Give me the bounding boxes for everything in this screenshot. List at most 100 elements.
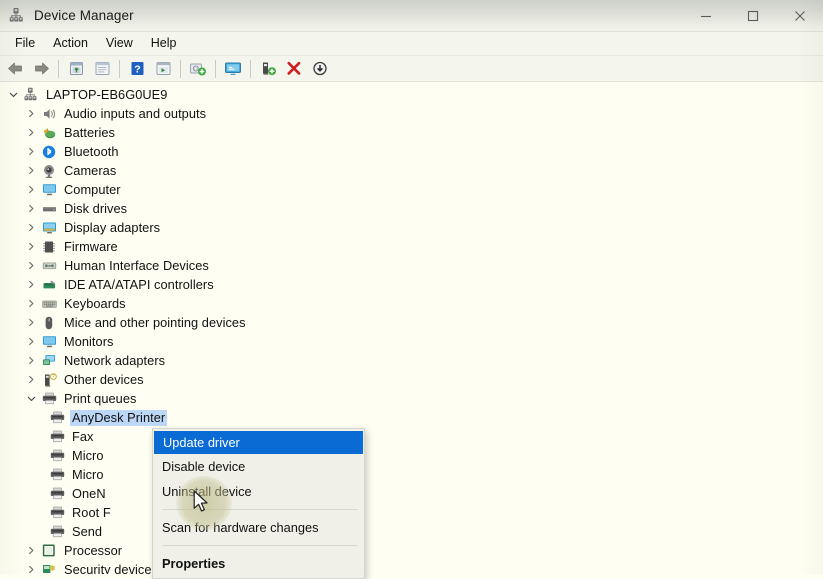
- chevron-right-icon[interactable]: [22, 546, 40, 555]
- chevron-right-icon[interactable]: [22, 166, 40, 175]
- chevron-right-icon[interactable]: [22, 375, 40, 384]
- enable-device-button[interactable]: [255, 57, 281, 81]
- chevron-right-icon[interactable]: [22, 280, 40, 289]
- menu-file-label: File: [15, 36, 36, 50]
- tree-item-label: Other devices: [64, 371, 144, 387]
- tree-item-label: Audio inputs and outputs: [64, 105, 207, 121]
- chevron-right-icon[interactable]: [22, 299, 40, 308]
- forward-button[interactable]: [28, 57, 54, 81]
- tree-item-monitors[interactable]: Monitors: [0, 332, 823, 351]
- scan-hardware-changes-button[interactable]: [220, 57, 246, 81]
- update-driver-button[interactable]: [185, 57, 211, 81]
- context-menu-item-update-driver[interactable]: Update driver: [154, 431, 363, 454]
- context-menu-separator: [162, 545, 358, 546]
- hid-icon: [40, 258, 58, 274]
- tree-item-security-devices[interactable]: Security devices: [0, 560, 823, 574]
- disable-device-button[interactable]: [307, 57, 333, 81]
- tree-item-fax[interactable]: Fax: [0, 427, 823, 446]
- tree-item-cameras[interactable]: Cameras: [0, 161, 823, 180]
- tree-item-mice-and-other-pointing-devices[interactable]: Mice and other pointing devices: [0, 313, 823, 332]
- tree-item-label: Root F: [72, 504, 111, 520]
- help-button[interactable]: ?: [124, 57, 150, 81]
- chevron-right-icon[interactable]: [22, 223, 40, 232]
- context-menu[interactable]: Update driver Disable device Uninstall d…: [152, 428, 365, 579]
- up-one-level-button[interactable]: [63, 57, 89, 81]
- uninstall-device-button[interactable]: [281, 57, 307, 81]
- menu-file[interactable]: File: [6, 34, 44, 53]
- chevron-down-icon[interactable]: [22, 394, 40, 403]
- disk-drive-icon: [40, 201, 58, 217]
- tree-item-disk-drives[interactable]: Disk drives: [0, 199, 823, 218]
- forward-arrow-icon: [34, 62, 49, 75]
- firmware-chip-icon: [40, 239, 58, 255]
- security-device-icon: [40, 562, 58, 575]
- back-button[interactable]: [2, 57, 28, 81]
- chevron-right-icon[interactable]: [22, 185, 40, 194]
- title-bar: Device Manager: [0, 0, 823, 32]
- device-tree[interactable]: LAPTOP-EB6G0UE9 Audio inputs and outputs: [0, 82, 823, 574]
- tree-item-microsoft-print-1[interactable]: Micro: [0, 446, 823, 465]
- show-hide-console-tree-button[interactable]: [89, 57, 115, 81]
- tree-item-firmware[interactable]: Firmware: [0, 237, 823, 256]
- chevron-right-icon[interactable]: [22, 147, 40, 156]
- chevron-right-icon[interactable]: [22, 109, 40, 118]
- chevron-right-icon[interactable]: [22, 337, 40, 346]
- tree-item-network-adapters[interactable]: Network adapters: [0, 351, 823, 370]
- minimize-button[interactable]: [682, 0, 729, 32]
- menu-help-label: Help: [150, 36, 177, 50]
- tree-item-onenote[interactable]: OneN: [0, 484, 823, 503]
- properties-button[interactable]: [150, 57, 176, 81]
- tree-item-bluetooth[interactable]: Bluetooth: [0, 142, 823, 161]
- tree-item-processor[interactable]: Processor: [0, 541, 823, 560]
- tree-item-ide-ata-atapi-controllers[interactable]: IDE ATA/ATAPI controllers: [0, 275, 823, 294]
- tree-item-display-adapters[interactable]: Display adapters: [0, 218, 823, 237]
- chevron-right-icon[interactable]: [22, 204, 40, 213]
- tree-item-computer[interactable]: Computer: [0, 180, 823, 199]
- tree-item-audio-inputs-and-outputs[interactable]: Audio inputs and outputs: [0, 104, 823, 123]
- svg-text:?: ?: [134, 63, 140, 75]
- menu-help[interactable]: Help: [142, 34, 186, 53]
- tree-item-label: Send: [72, 523, 103, 539]
- properties-window-icon: [156, 62, 170, 75]
- tree-item-label: Print queues: [64, 390, 137, 406]
- tree-item-label: Keyboards: [64, 295, 126, 311]
- chevron-down-icon[interactable]: [4, 90, 22, 99]
- chevron-right-icon[interactable]: [22, 318, 40, 327]
- keyboard-icon: [40, 296, 58, 312]
- chevron-right-icon[interactable]: [22, 128, 40, 137]
- tree-item-print-queues[interactable]: Print queues: [0, 389, 823, 408]
- chevron-right-icon[interactable]: [22, 242, 40, 251]
- tree-item-send-to-onenote[interactable]: Send: [0, 522, 823, 541]
- chevron-right-icon[interactable]: [22, 356, 40, 365]
- tree-item-label: Micro: [72, 447, 104, 463]
- tree-item-microsoft-print-2[interactable]: Micro: [0, 465, 823, 484]
- help-question-icon: ?: [131, 62, 143, 75]
- menu-action[interactable]: Action: [44, 34, 97, 53]
- chevron-right-icon[interactable]: [22, 565, 40, 574]
- printer-icon: [48, 524, 66, 540]
- tree-item-human-interface-devices[interactable]: Human Interface Devices: [0, 256, 823, 275]
- tree-item-keyboards[interactable]: Keyboards: [0, 294, 823, 313]
- tree-item-other-devices[interactable]: ? Other devices: [0, 370, 823, 389]
- tree-root-item[interactable]: LAPTOP-EB6G0UE9: [0, 85, 823, 104]
- maximize-button[interactable]: [729, 0, 776, 32]
- close-button[interactable]: [776, 0, 823, 32]
- tree-item-label: Bluetooth: [64, 143, 119, 159]
- context-menu-item-disable-device[interactable]: Disable device: [153, 454, 364, 479]
- menu-view[interactable]: View: [97, 34, 142, 53]
- tree-item-label: Fax: [72, 428, 94, 444]
- context-menu-item-scan-for-hardware-changes[interactable]: Scan for hardware changes: [153, 515, 364, 540]
- display-adapter-icon: [40, 220, 58, 236]
- tree-item-label: Cameras: [64, 162, 117, 178]
- monitor-icon: [40, 182, 58, 198]
- tree-item-anydesk-printer[interactable]: AnyDesk Printer: [0, 408, 823, 427]
- chevron-right-icon[interactable]: [22, 261, 40, 270]
- speaker-icon: [40, 106, 58, 122]
- context-menu-item-uninstall-device[interactable]: Uninstall device: [153, 479, 364, 504]
- battery-icon: [40, 125, 58, 141]
- context-menu-item-properties[interactable]: Properties: [153, 551, 364, 576]
- tree-item-batteries[interactable]: Batteries: [0, 123, 823, 142]
- bluetooth-icon: [40, 144, 58, 160]
- tree-item-root-print-queue[interactable]: Root F: [0, 503, 823, 522]
- tree-item-label: AnyDesk Printer: [70, 409, 168, 426]
